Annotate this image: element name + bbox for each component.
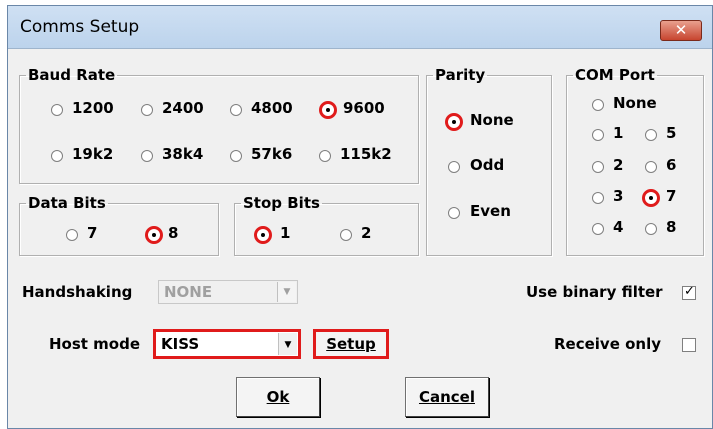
- baud-2400-label: 2400: [162, 99, 204, 117]
- com-4-radio[interactable]: [592, 223, 604, 235]
- handshaking-value: NONE: [164, 283, 213, 301]
- baud-rate-legend: Baud Rate: [28, 66, 116, 84]
- cancel-label: Cancel: [418, 388, 475, 406]
- com-2-label: 2: [613, 156, 624, 174]
- com-3-label: 3: [613, 187, 624, 205]
- handshaking-label: Handshaking: [22, 283, 133, 301]
- baud-19k2-label: 19k2: [72, 145, 114, 163]
- com-port-legend: COM Port: [575, 66, 655, 84]
- com-8-radio[interactable]: [645, 223, 657, 235]
- chevron-down-icon: ▼: [278, 333, 297, 355]
- stop-bits-1-label: 1: [280, 224, 291, 242]
- baud-1200-label: 1200: [72, 99, 114, 117]
- host-mode-label: Host mode: [49, 335, 141, 353]
- receive-only-checkbox[interactable]: [682, 338, 696, 352]
- data-bits-group: Data Bits: [19, 194, 219, 256]
- com-5-radio[interactable]: [645, 129, 657, 141]
- parity-legend: Parity: [435, 66, 486, 84]
- data-bits-8-label: 8: [168, 224, 179, 242]
- setup-button[interactable]: Setup: [313, 329, 389, 359]
- parity-even-radio[interactable]: [448, 207, 460, 219]
- com-2-radio[interactable]: [592, 161, 604, 173]
- close-icon: ✕: [674, 21, 688, 39]
- stop-bits-1-radio[interactable]: [254, 226, 272, 244]
- baud-9600-radio[interactable]: [319, 101, 337, 119]
- comms-setup-dialog: Comms Setup ✕ Baud Rate 1200 2400 4800 9…: [7, 5, 713, 429]
- com-7-radio[interactable]: [642, 189, 660, 207]
- stop-bits-2-label: 2: [361, 224, 372, 242]
- baud-2400-radio[interactable]: [141, 104, 153, 116]
- ok-label: Ok: [266, 388, 290, 406]
- data-bits-7-label: 7: [87, 224, 98, 242]
- baud-4800-radio[interactable]: [230, 104, 242, 116]
- baud-57k6-label: 57k6: [251, 145, 293, 163]
- com-6-label: 6: [666, 156, 677, 174]
- binary-filter-label: Use binary filter: [526, 283, 663, 301]
- com-none-radio[interactable]: [592, 99, 604, 111]
- data-bits-8-radio[interactable]: [145, 226, 163, 244]
- com-6-radio[interactable]: [645, 161, 657, 173]
- com-8-label: 8: [666, 218, 677, 236]
- baud-115k2-label: 115k2: [340, 145, 392, 163]
- chevron-down-icon: ▼: [277, 282, 296, 302]
- ok-button[interactable]: Ok: [236, 377, 320, 417]
- stop-bits-group: Stop Bits: [234, 194, 419, 256]
- baud-38k4-radio[interactable]: [141, 150, 153, 162]
- com-4-label: 4: [613, 218, 624, 236]
- host-mode-select[interactable]: KISS ▼: [153, 329, 301, 359]
- com-1-radio[interactable]: [592, 129, 604, 141]
- title-bar[interactable]: Comms Setup ✕: [8, 6, 712, 48]
- baud-115k2-radio[interactable]: [319, 150, 331, 162]
- parity-even-label: Even: [470, 202, 511, 220]
- close-button[interactable]: ✕: [660, 20, 702, 41]
- baud-38k4-label: 38k4: [162, 145, 204, 163]
- com-5-label: 5: [666, 124, 677, 142]
- stop-bits-2-radio[interactable]: [340, 229, 352, 241]
- parity-odd-label: Odd: [470, 156, 505, 174]
- cancel-button[interactable]: Cancel: [405, 377, 489, 417]
- com-7-label: 7: [666, 187, 677, 205]
- binary-filter-checkbox[interactable]: ✓: [682, 284, 696, 300]
- parity-none-label: None: [470, 111, 514, 129]
- host-mode-value: KISS: [161, 335, 200, 353]
- baud-19k2-radio[interactable]: [51, 150, 63, 162]
- baud-rate-group: Baud Rate: [19, 66, 419, 184]
- baud-57k6-radio[interactable]: [230, 150, 242, 162]
- data-bits-legend: Data Bits: [28, 194, 106, 212]
- data-bits-7-radio[interactable]: [66, 229, 78, 241]
- com-1-label: 1: [613, 124, 624, 142]
- baud-1200-radio[interactable]: [51, 104, 63, 116]
- receive-only-label: Receive only: [554, 335, 662, 353]
- setup-label: Setup: [326, 335, 376, 353]
- baud-9600-label: 9600: [343, 99, 385, 117]
- com-none-label: None: [613, 94, 657, 112]
- stop-bits-legend: Stop Bits: [243, 194, 320, 212]
- handshaking-select[interactable]: NONE ▼: [158, 280, 298, 304]
- checkmark-icon: ✓: [684, 284, 695, 299]
- window-title: Comms Setup: [20, 17, 140, 37]
- parity-odd-radio[interactable]: [448, 161, 460, 173]
- baud-4800-label: 4800: [251, 99, 293, 117]
- parity-none-radio[interactable]: [445, 113, 463, 131]
- com-3-radio[interactable]: [592, 192, 604, 204]
- dialog-body: Baud Rate 1200 2400 4800 9600 19k2 38k4 …: [8, 48, 712, 428]
